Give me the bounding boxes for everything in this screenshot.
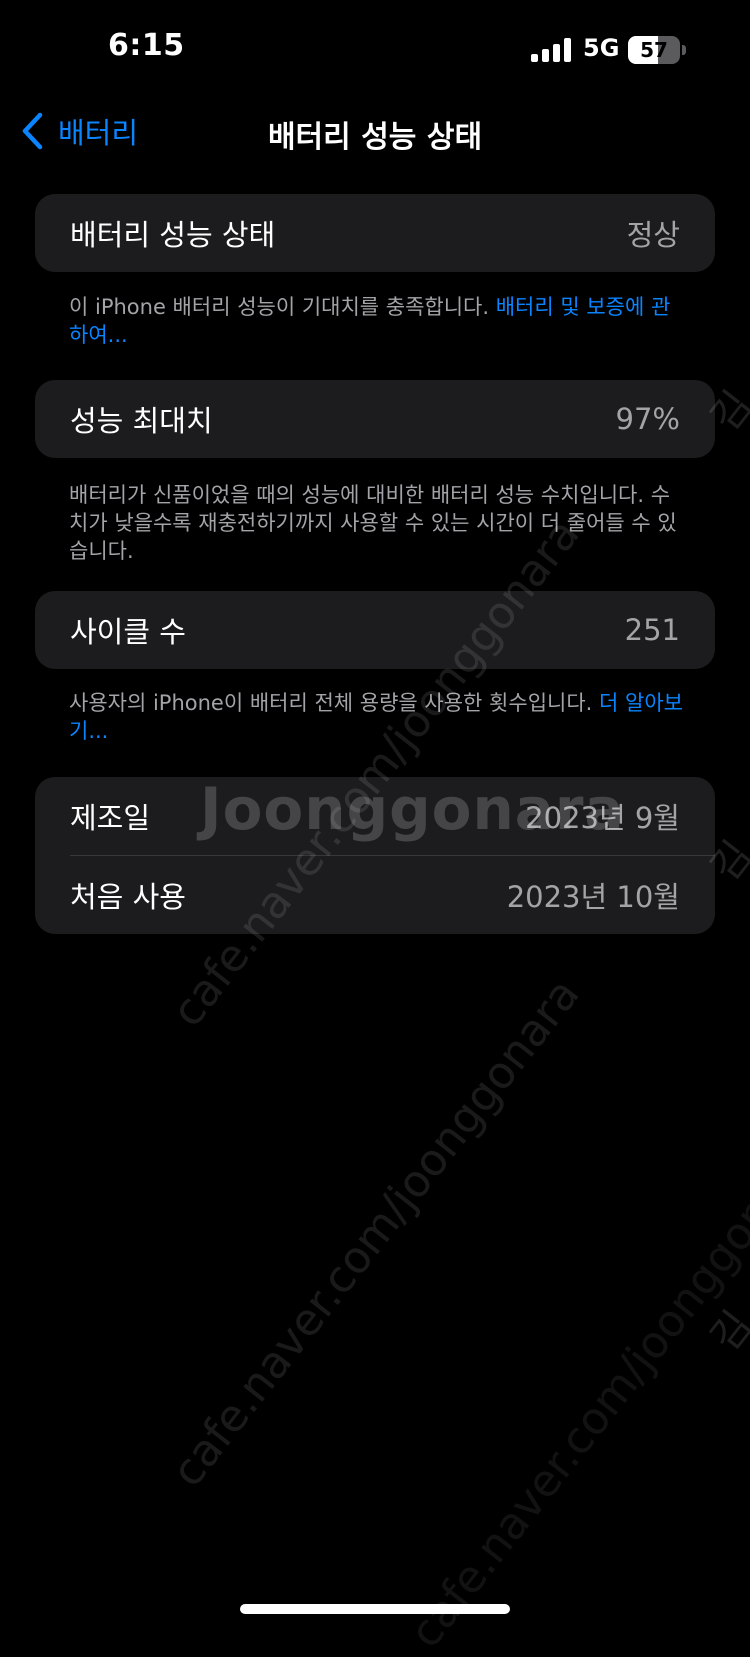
manufacture-date-row: 제조일 2023년 9월 xyxy=(35,777,715,855)
watermark-url: cafe.naver.com/joonggonara xyxy=(162,969,590,1497)
navigation-bar: 배터리 배터리 성능 상태 xyxy=(0,100,750,160)
battery-body: 57 xyxy=(628,36,680,64)
cycle-count-label: 사이클 수 xyxy=(70,615,186,649)
watermark-url: cafe.naver.com/joonggonara xyxy=(400,1130,750,1657)
cycle-count-footnote-text: 사용자의 iPhone이 배터리 전체 용량을 사용한 횟수입니다. xyxy=(69,691,600,715)
cycle-count-group: 사이클 수 251 xyxy=(35,591,715,669)
watermark-side-text: 김 xyxy=(702,1302,750,1361)
status-bar: 6:15 5G 57 xyxy=(0,0,750,100)
battery-health-group: 배터리 성능 상태 정상 xyxy=(35,194,715,272)
first-use-value: 2023년 10월 xyxy=(506,880,680,914)
cellular-signal-icon xyxy=(531,38,571,62)
first-use-row: 처음 사용 2023년 10월 xyxy=(35,856,715,934)
max-capacity-footnote: 배터리가 신품이었을 때의 성능에 대비한 배터리 성능 수치입니다. 수치가 … xyxy=(69,481,689,565)
status-time: 6:15 xyxy=(108,28,185,63)
manufacture-date-label: 제조일 xyxy=(70,801,151,835)
cycle-count-value: 251 xyxy=(624,613,680,647)
battery-health-label: 배터리 성능 상태 xyxy=(70,218,276,252)
watermark-url: cafe.naver.com/joonggonara xyxy=(162,509,590,1037)
first-use-label: 처음 사용 xyxy=(70,880,186,914)
battery-icon: 57 xyxy=(628,36,686,64)
manufacture-date-value: 2023년 9월 xyxy=(525,801,680,835)
cycle-count-row: 사이클 수 251 xyxy=(35,591,715,669)
max-capacity-row: 성능 최대치 97% xyxy=(35,380,715,458)
battery-level: 57 xyxy=(640,38,668,62)
home-indicator[interactable] xyxy=(240,1604,510,1614)
battery-health-value: 정상 xyxy=(626,218,680,252)
battery-health-footnote: 이 iPhone 배터리 성능이 기대치를 충족합니다. 배터리 및 보증에 관… xyxy=(69,293,689,349)
cycle-count-footnote: 사용자의 iPhone이 배터리 전체 용량을 사용한 횟수입니다. 더 알아보… xyxy=(69,689,689,745)
battery-health-footnote-text: 이 iPhone 배터리 성능이 기대치를 충족합니다. xyxy=(69,295,496,319)
max-capacity-value: 97% xyxy=(615,402,680,436)
network-label: 5G xyxy=(583,34,620,62)
battery-nub xyxy=(682,45,686,55)
max-capacity-group: 성능 최대치 97% xyxy=(35,380,715,458)
page-title: 배터리 성능 상태 xyxy=(267,120,483,155)
max-capacity-footnote-text: 배터리가 신품이었을 때의 성능에 대비한 배터리 성능 수치입니다. 수치가 … xyxy=(69,483,677,563)
dates-group: 제조일 2023년 9월 처음 사용 2023년 10월 xyxy=(35,777,715,934)
battery-health-row: 배터리 성능 상태 정상 xyxy=(35,194,715,272)
max-capacity-label: 성능 최대치 xyxy=(70,404,213,438)
